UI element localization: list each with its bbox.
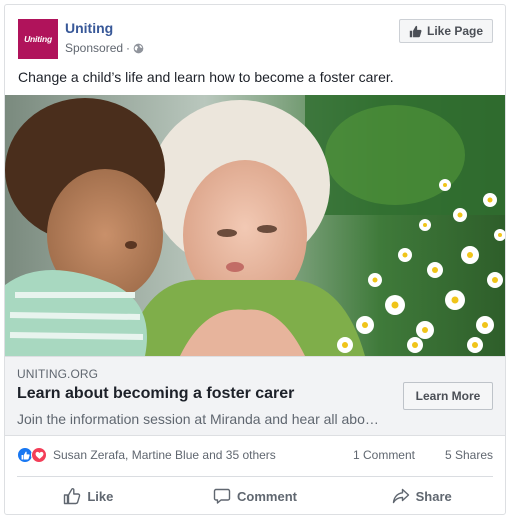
separator-dot: · — [126, 41, 131, 55]
sponsored-post-card: Uniting Uniting Sponsored · Like Page Ch… — [4, 4, 506, 515]
globe-icon — [133, 43, 144, 53]
page-name-link[interactable]: Uniting — [65, 20, 113, 36]
thumbs-up-icon — [409, 25, 422, 37]
ad-photo-illustration — [5, 95, 505, 356]
post-actions: Like Comment Share — [5, 477, 505, 515]
post-text: Change a child’s life and learn how to b… — [18, 69, 394, 85]
love-reaction-icon — [31, 447, 47, 463]
link-title[interactable]: Learn about becoming a foster carer — [17, 385, 294, 403]
link-domain: UNITING.ORG — [17, 367, 99, 381]
reaction-names[interactable]: Susan Zerafa, Martine Blue and 35 others — [53, 448, 276, 462]
post-header: Uniting Uniting Sponsored · Like Page — [18, 19, 493, 59]
like-button[interactable]: Like — [5, 477, 172, 515]
comment-button[interactable]: Comment — [172, 477, 339, 515]
shares-count[interactable]: 5 Shares — [445, 448, 493, 462]
comment-icon — [213, 488, 231, 504]
share-label: Share — [415, 488, 452, 504]
ad-image[interactable] — [5, 95, 505, 356]
comments-count[interactable]: 1 Comment — [353, 448, 415, 462]
like-page-button[interactable]: Like Page — [399, 19, 493, 43]
sponsored-label[interactable]: Sponsored · — [65, 41, 144, 55]
comment-label: Comment — [237, 488, 297, 504]
share-button[interactable]: Share — [338, 477, 505, 515]
reaction-icons[interactable] — [17, 447, 49, 463]
reactions-bar: Susan Zerafa, Martine Blue and 35 others… — [17, 445, 493, 465]
avatar-logo-text: Uniting — [24, 34, 52, 44]
link-description: Join the information session at Miranda … — [17, 411, 379, 427]
thumbs-up-icon — [64, 488, 81, 505]
share-icon — [392, 488, 409, 504]
learn-more-button[interactable]: Learn More — [403, 382, 493, 410]
link-preview[interactable]: UNITING.ORG Learn about becoming a foste… — [5, 356, 505, 436]
like-label: Like — [87, 488, 114, 504]
sponsored-text: Sponsored — [65, 41, 124, 55]
page-avatar[interactable]: Uniting — [18, 19, 58, 59]
like-page-label: Like Page — [426, 24, 484, 38]
